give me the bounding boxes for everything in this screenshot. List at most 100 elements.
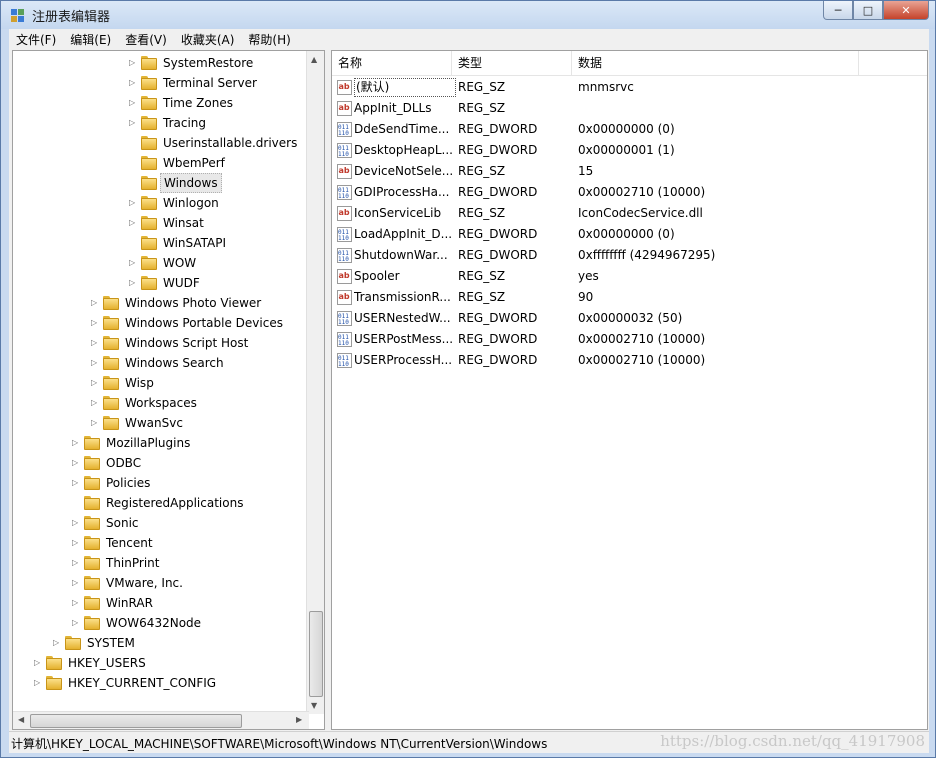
tree-item[interactable]: ▷ WinRAR — [13, 593, 308, 613]
tree-item[interactable]: ▷ HKEY_USERS — [13, 653, 308, 673]
tree-item[interactable]: ▷ HKEY_CURRENT_CONFIG — [13, 673, 308, 693]
value-data: yes — [578, 269, 599, 283]
tree-item[interactable]: RegisteredApplications — [13, 493, 308, 513]
svg-text:110: 110 — [338, 235, 349, 242]
tree-item[interactable]: ▷ WwanSvc — [13, 413, 308, 433]
expand-arrow-icon[interactable]: ▷ — [72, 433, 81, 453]
tree-vertical-scroll-thumb[interactable] — [309, 611, 323, 697]
expand-arrow-icon[interactable]: ▷ — [72, 513, 81, 533]
menu-view[interactable]: 查看(V) — [118, 31, 174, 48]
expand-arrow-icon[interactable]: ▷ — [129, 253, 138, 273]
expand-arrow-icon[interactable]: ▷ — [129, 193, 138, 213]
tree-item[interactable]: ▷ Policies — [13, 473, 308, 493]
expand-arrow-icon[interactable]: ▷ — [129, 53, 138, 73]
menu-edit[interactable]: 编辑(E) — [63, 31, 118, 48]
column-header-data[interactable]: 数据 — [572, 51, 859, 75]
value-row[interactable]: ab AppInit_DLLs REG_SZ — [332, 98, 927, 119]
expand-arrow-icon[interactable]: ▷ — [129, 73, 138, 93]
folder-icon — [141, 116, 157, 130]
expand-arrow-icon[interactable]: ▷ — [129, 213, 138, 233]
tree-item[interactable]: ▷ WOW6432Node — [13, 613, 308, 633]
value-row[interactable]: 011 110 DdeSendTime... REG_DWORD 0x00000000 … — [332, 119, 927, 140]
tree-item[interactable]: ▷ WOW — [13, 253, 308, 273]
tree-item[interactable]: ▷ Windows Script Host — [13, 333, 308, 353]
title-bar[interactable]: 注册表编辑器 ─ □ ✕ — [1, 1, 935, 29]
expand-arrow-icon[interactable]: ▷ — [72, 553, 81, 573]
expand-arrow-icon[interactable]: ▷ — [129, 273, 138, 293]
tree-item[interactable]: ▷ Windows Search — [13, 353, 308, 373]
expand-arrow-icon[interactable]: ▷ — [72, 533, 81, 553]
expand-arrow-icon[interactable]: ▷ — [53, 633, 62, 653]
menu-file[interactable]: 文件(F) — [9, 31, 63, 48]
expand-arrow-icon[interactable]: ▷ — [72, 453, 81, 473]
expand-arrow-icon[interactable]: ▷ — [129, 113, 138, 133]
expand-arrow-icon[interactable]: ▷ — [34, 673, 43, 693]
value-row[interactable]: ab DeviceNotSele... REG_SZ 15 — [332, 161, 927, 182]
expand-arrow-icon[interactable]: ▷ — [91, 313, 100, 333]
tree-item[interactable]: ▷ Wisp — [13, 373, 308, 393]
tree-item[interactable]: ▷ SYSTEM — [13, 633, 308, 653]
tree-item[interactable]: ▷ Terminal Server — [13, 73, 308, 93]
tree-item[interactable]: ▷ WUDF — [13, 273, 308, 293]
tree-item[interactable]: WinSATAPI — [13, 233, 308, 253]
tree-item[interactable]: ▷ SystemRestore — [13, 53, 308, 73]
scroll-down-arrow-icon[interactable]: ▼ — [311, 701, 317, 710]
svg-text:ab: ab — [339, 103, 350, 112]
maximize-button[interactable]: □ — [853, 1, 883, 20]
scroll-up-arrow-icon[interactable]: ▲ — [311, 55, 317, 64]
value-row[interactable]: 011 110 GDIProcessHa... REG_DWORD 0x00002710… — [332, 182, 927, 203]
tree-item[interactable]: WbemPerf — [13, 153, 308, 173]
tree-item[interactable]: ▷ Sonic — [13, 513, 308, 533]
tree-horizontal-scroll-thumb[interactable] — [30, 714, 242, 728]
value-name: TransmissionR... — [354, 290, 451, 304]
expand-arrow-icon[interactable]: ▷ — [72, 593, 81, 613]
expand-arrow-icon[interactable]: ▷ — [91, 393, 100, 413]
expand-arrow-icon[interactable]: ▷ — [91, 413, 100, 433]
value-row[interactable]: 011 110 USERPostMess... REG_DWORD 0x00002710… — [332, 329, 927, 350]
expand-arrow-icon[interactable]: ▷ — [91, 333, 100, 353]
column-header-name[interactable]: 名称 — [332, 51, 452, 75]
tree-item[interactable]: ▷ Tracing — [13, 113, 308, 133]
menu-help[interactable]: 帮助(H) — [241, 31, 297, 48]
tree-vertical-scrollbar[interactable]: ▲ ▼ — [306, 51, 324, 714]
minimize-button[interactable]: ─ — [823, 1, 853, 20]
expand-arrow-icon[interactable]: ▷ — [91, 353, 100, 373]
tree-item[interactable]: ▷ ODBC — [13, 453, 308, 473]
close-button[interactable]: ✕ — [883, 1, 929, 20]
value-row[interactable]: ab TransmissionR... REG_SZ 90 — [332, 287, 927, 308]
tree-item[interactable]: ▷ Tencent — [13, 533, 308, 553]
value-row[interactable]: ab IconServiceLib REG_SZ IconCodecService.d… — [332, 203, 927, 224]
value-row[interactable]: 011 110 USERNestedW... REG_DWORD 0x00000032 … — [332, 308, 927, 329]
tree-item[interactable]: ▷ Windows Portable Devices — [13, 313, 308, 333]
expand-arrow-icon[interactable]: ▷ — [72, 473, 81, 493]
scroll-right-arrow-icon[interactable]: ▶ — [296, 715, 302, 724]
expand-arrow-icon[interactable]: ▷ — [34, 653, 43, 673]
value-row[interactable]: ab Spooler REG_SZ yes — [332, 266, 927, 287]
tree-item[interactable]: ▷ Time Zones — [13, 93, 308, 113]
tree-item[interactable]: ▷ Winlogon — [13, 193, 308, 213]
scroll-left-arrow-icon[interactable]: ◀ — [18, 715, 24, 724]
menu-favorites[interactable]: 收藏夹(A) — [174, 31, 242, 48]
expand-arrow-icon[interactable]: ▷ — [91, 373, 100, 393]
tree-item[interactable]: Windows — [13, 173, 308, 193]
value-row[interactable]: 011 110 ShutdownWar... REG_DWORD 0xffffffff … — [332, 245, 927, 266]
value-row[interactable]: ab (默认) REG_SZ mnmsrvc — [332, 77, 927, 98]
expand-arrow-icon[interactable]: ▷ — [129, 93, 138, 113]
expand-arrow-icon[interactable]: ▷ — [72, 573, 81, 593]
tree-item[interactable]: Userinstallable.drivers — [13, 133, 308, 153]
tree-item[interactable]: ▷ ThinPrint — [13, 553, 308, 573]
value-row[interactable]: 011 110 USERProcessH... REG_DWORD 0x00002710… — [332, 350, 927, 371]
tree-item[interactable]: ▷ Winsat — [13, 213, 308, 233]
expand-arrow-icon[interactable]: ▷ — [72, 613, 81, 633]
value-row[interactable]: 011 110 LoadAppInit_D... REG_DWORD 0x0000000… — [332, 224, 927, 245]
tree-item[interactable]: ▷ MozillaPlugins — [13, 433, 308, 453]
tree-item[interactable]: ▷ Windows Photo Viewer — [13, 293, 308, 313]
folder-icon — [84, 516, 100, 530]
tree-item[interactable]: ▷ VMware, Inc. — [13, 573, 308, 593]
column-header-type[interactable]: 类型 — [452, 51, 572, 75]
value-row[interactable]: 011 110 DesktopHeapL... REG_DWORD 0x00000001… — [332, 140, 927, 161]
tree-item[interactable]: ▷ Workspaces — [13, 393, 308, 413]
tree-item-label: HKEY_USERS — [68, 656, 146, 670]
expand-arrow-icon[interactable]: ▷ — [91, 293, 100, 313]
tree-horizontal-scrollbar[interactable]: ◀ ▶ — [13, 711, 309, 729]
